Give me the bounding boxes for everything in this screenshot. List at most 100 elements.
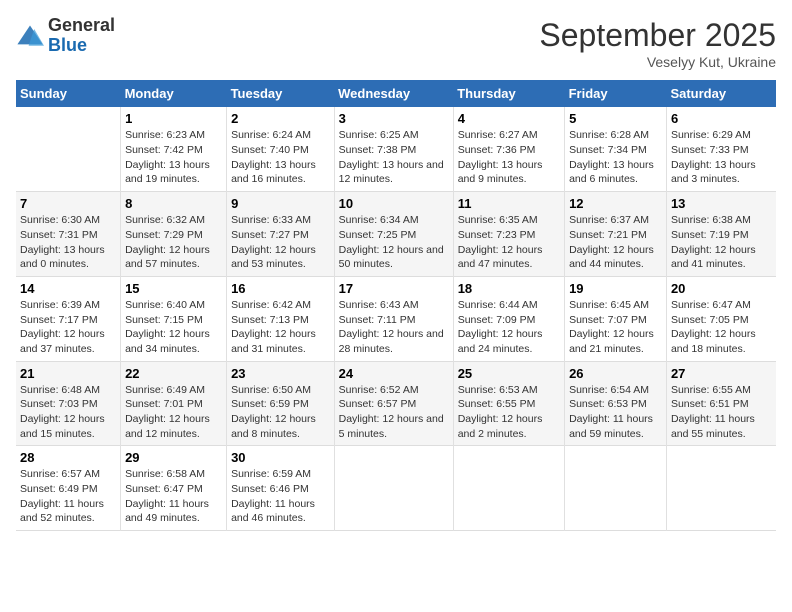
day-number: 20 (671, 281, 772, 296)
sunset-text: Sunset: 6:46 PM (231, 483, 309, 495)
day-info: Sunrise: 6:48 AM Sunset: 7:03 PM Dayligh… (20, 383, 116, 442)
calendar-cell: 4 Sunrise: 6:27 AM Sunset: 7:36 PM Dayli… (453, 107, 564, 191)
day-number: 5 (569, 111, 662, 126)
day-info: Sunrise: 6:28 AM Sunset: 7:34 PM Dayligh… (569, 128, 662, 187)
sunset-text: Sunset: 6:53 PM (569, 398, 647, 410)
day-number: 23 (231, 366, 330, 381)
sunset-text: Sunset: 6:57 PM (339, 398, 417, 410)
sunrise-text: Sunrise: 6:47 AM (671, 299, 751, 311)
sunset-text: Sunset: 7:23 PM (458, 229, 536, 241)
day-number: 8 (125, 196, 222, 211)
day-number: 27 (671, 366, 772, 381)
sunrise-text: Sunrise: 6:23 AM (125, 129, 205, 141)
week-row-1: 1 Sunrise: 6:23 AM Sunset: 7:42 PM Dayli… (16, 107, 776, 191)
sunrise-text: Sunrise: 6:25 AM (339, 129, 419, 141)
daylight-text: Daylight: 12 hours and 47 minutes. (458, 244, 543, 271)
day-number: 25 (458, 366, 560, 381)
day-number: 29 (125, 450, 222, 465)
daylight-text: Daylight: 11 hours and 55 minutes. (671, 413, 755, 440)
sunrise-text: Sunrise: 6:55 AM (671, 384, 751, 396)
calendar-cell: 16 Sunrise: 6:42 AM Sunset: 7:13 PM Dayl… (227, 276, 335, 361)
day-info: Sunrise: 6:53 AM Sunset: 6:55 PM Dayligh… (458, 383, 560, 442)
calendar-cell: 15 Sunrise: 6:40 AM Sunset: 7:15 PM Dayl… (121, 276, 227, 361)
day-info: Sunrise: 6:52 AM Sunset: 6:57 PM Dayligh… (339, 383, 449, 442)
calendar-table: SundayMondayTuesdayWednesdayThursdayFrid… (16, 80, 776, 531)
day-info: Sunrise: 6:55 AM Sunset: 6:51 PM Dayligh… (671, 383, 772, 442)
daylight-text: Daylight: 12 hours and 2 minutes. (458, 413, 543, 440)
sunset-text: Sunset: 7:27 PM (231, 229, 309, 241)
day-info: Sunrise: 6:50 AM Sunset: 6:59 PM Dayligh… (231, 383, 330, 442)
calendar-cell (16, 107, 121, 191)
calendar-cell: 20 Sunrise: 6:47 AM Sunset: 7:05 PM Dayl… (666, 276, 776, 361)
day-info: Sunrise: 6:35 AM Sunset: 7:23 PM Dayligh… (458, 213, 560, 272)
sunset-text: Sunset: 7:34 PM (569, 144, 647, 156)
calendar-cell: 2 Sunrise: 6:24 AM Sunset: 7:40 PM Dayli… (227, 107, 335, 191)
calendar-cell: 30 Sunrise: 6:59 AM Sunset: 6:46 PM Dayl… (227, 446, 335, 531)
sunrise-text: Sunrise: 6:53 AM (458, 384, 538, 396)
calendar-cell: 29 Sunrise: 6:58 AM Sunset: 6:47 PM Dayl… (121, 446, 227, 531)
day-number: 1 (125, 111, 222, 126)
calendar-cell: 24 Sunrise: 6:52 AM Sunset: 6:57 PM Dayl… (334, 361, 453, 446)
sunset-text: Sunset: 7:40 PM (231, 144, 309, 156)
calendar-cell: 19 Sunrise: 6:45 AM Sunset: 7:07 PM Dayl… (565, 276, 667, 361)
calendar-cell: 5 Sunrise: 6:28 AM Sunset: 7:34 PM Dayli… (565, 107, 667, 191)
month-title: September 2025 (539, 16, 776, 54)
daylight-text: Daylight: 12 hours and 53 minutes. (231, 244, 316, 271)
day-number: 2 (231, 111, 330, 126)
day-number: 7 (20, 196, 116, 211)
week-row-4: 21 Sunrise: 6:48 AM Sunset: 7:03 PM Dayl… (16, 361, 776, 446)
day-number: 12 (569, 196, 662, 211)
calendar-cell: 22 Sunrise: 6:49 AM Sunset: 7:01 PM Dayl… (121, 361, 227, 446)
header-saturday: Saturday (666, 80, 776, 107)
daylight-text: Daylight: 12 hours and 24 minutes. (458, 328, 543, 355)
sunrise-text: Sunrise: 6:39 AM (20, 299, 100, 311)
sunset-text: Sunset: 7:38 PM (339, 144, 417, 156)
daylight-text: Daylight: 12 hours and 8 minutes. (231, 413, 316, 440)
logo-general: General (48, 16, 115, 36)
sunrise-text: Sunrise: 6:42 AM (231, 299, 311, 311)
day-number: 17 (339, 281, 449, 296)
sunset-text: Sunset: 7:17 PM (20, 314, 98, 326)
header-row: SundayMondayTuesdayWednesdayThursdayFrid… (16, 80, 776, 107)
sunrise-text: Sunrise: 6:49 AM (125, 384, 205, 396)
sunset-text: Sunset: 7:11 PM (339, 314, 416, 326)
sunrise-text: Sunrise: 6:58 AM (125, 468, 205, 480)
calendar-cell: 23 Sunrise: 6:50 AM Sunset: 6:59 PM Dayl… (227, 361, 335, 446)
daylight-text: Daylight: 11 hours and 46 minutes. (231, 498, 315, 525)
sunset-text: Sunset: 7:15 PM (125, 314, 203, 326)
sunset-text: Sunset: 7:21 PM (569, 229, 647, 241)
sunset-text: Sunset: 6:49 PM (20, 483, 98, 495)
sunrise-text: Sunrise: 6:43 AM (339, 299, 419, 311)
calendar-cell: 6 Sunrise: 6:29 AM Sunset: 7:33 PM Dayli… (666, 107, 776, 191)
calendar-cell: 11 Sunrise: 6:35 AM Sunset: 7:23 PM Dayl… (453, 192, 564, 277)
sunset-text: Sunset: 7:25 PM (339, 229, 417, 241)
sunrise-text: Sunrise: 6:50 AM (231, 384, 311, 396)
day-info: Sunrise: 6:45 AM Sunset: 7:07 PM Dayligh… (569, 298, 662, 357)
calendar-cell: 10 Sunrise: 6:34 AM Sunset: 7:25 PM Dayl… (334, 192, 453, 277)
sunset-text: Sunset: 7:33 PM (671, 144, 749, 156)
day-info: Sunrise: 6:34 AM Sunset: 7:25 PM Dayligh… (339, 213, 449, 272)
day-number: 6 (671, 111, 772, 126)
day-number: 24 (339, 366, 449, 381)
calendar-cell: 26 Sunrise: 6:54 AM Sunset: 6:53 PM Dayl… (565, 361, 667, 446)
daylight-text: Daylight: 11 hours and 59 minutes. (569, 413, 653, 440)
day-info: Sunrise: 6:25 AM Sunset: 7:38 PM Dayligh… (339, 128, 449, 187)
daylight-text: Daylight: 13 hours and 12 minutes. (339, 159, 444, 186)
day-info: Sunrise: 6:43 AM Sunset: 7:11 PM Dayligh… (339, 298, 449, 357)
daylight-text: Daylight: 13 hours and 16 minutes. (231, 159, 316, 186)
day-number: 13 (671, 196, 772, 211)
sunrise-text: Sunrise: 6:32 AM (125, 214, 205, 226)
day-number: 9 (231, 196, 330, 211)
day-info: Sunrise: 6:23 AM Sunset: 7:42 PM Dayligh… (125, 128, 222, 187)
header-wednesday: Wednesday (334, 80, 453, 107)
sunrise-text: Sunrise: 6:57 AM (20, 468, 100, 480)
sunrise-text: Sunrise: 6:27 AM (458, 129, 538, 141)
daylight-text: Daylight: 12 hours and 21 minutes. (569, 328, 654, 355)
week-row-3: 14 Sunrise: 6:39 AM Sunset: 7:17 PM Dayl… (16, 276, 776, 361)
sunset-text: Sunset: 7:07 PM (569, 314, 647, 326)
day-info: Sunrise: 6:38 AM Sunset: 7:19 PM Dayligh… (671, 213, 772, 272)
day-number: 14 (20, 281, 116, 296)
calendar-cell: 25 Sunrise: 6:53 AM Sunset: 6:55 PM Dayl… (453, 361, 564, 446)
day-info: Sunrise: 6:59 AM Sunset: 6:46 PM Dayligh… (231, 467, 330, 526)
calendar-cell (453, 446, 564, 531)
